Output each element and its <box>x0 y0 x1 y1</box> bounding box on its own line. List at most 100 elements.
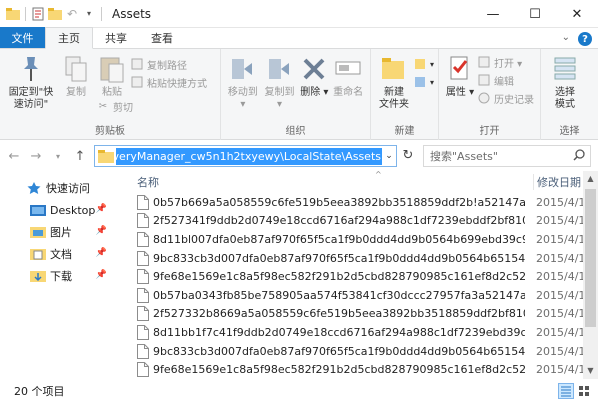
copy-icon <box>60 53 92 85</box>
copy-path-icon <box>130 57 144 71</box>
scrollbar-thumb[interactable] <box>585 189 596 327</box>
select-mode-button[interactable]: 选择 模式 <box>545 53 585 111</box>
nav-item-documents[interactable]: 文档 📌 <box>0 243 125 265</box>
vertical-scrollbar[interactable]: ▲ ▼ <box>583 171 598 379</box>
file-name: 9fe68e1569e1c8a5f98ec582f291b2d5cbd82879… <box>153 363 525 377</box>
properties-icon <box>444 53 476 85</box>
tab-file[interactable]: 文件 <box>0 27 45 48</box>
easy-access-button[interactable]: ▾ <box>413 73 434 91</box>
nav-item-quick-access[interactable]: 快速访问 <box>0 177 125 199</box>
file-modified-date: 2015/4/19 <box>536 288 583 302</box>
copy-button[interactable]: 复制 <box>58 53 94 111</box>
file-row[interactable]: 8d11bb1f7c41f9ddb2d0749e18ccd6716af294a9… <box>125 323 583 342</box>
file-modified-date: 2015/4/19 <box>536 344 583 358</box>
up-arrow-icon[interactable]: ↑ <box>72 149 88 164</box>
file-modified-date: 2015/4/19 <box>536 195 583 209</box>
new-folder-qat-icon[interactable] <box>48 7 62 21</box>
navigation-bar: ← → ▾ ↑ ContentDeliveryManager_cw5n1h2tx… <box>0 141 598 171</box>
column-header-row: ^ 名称 修改日期 <box>125 171 583 193</box>
address-dropdown-chevron-icon[interactable]: ⌄ <box>382 151 396 161</box>
file-row[interactable]: 2f527341f9ddb2d0749e18ccd6716af294a988c1… <box>125 212 583 231</box>
rename-label: 重命名 <box>333 87 364 98</box>
address-bar[interactable]: ContentDeliveryManager_cw5n1h2txyewy\Loc… <box>94 145 397 167</box>
file-name: 8d11bl007dfa0eb87af970f65f5ca1f9b0ddd4dd… <box>153 232 525 246</box>
large-icons-view-icon[interactable] <box>576 383 592 399</box>
details-view-icon[interactable] <box>558 383 574 399</box>
move-to-label: 移动到 ▾ <box>227 87 258 110</box>
help-icon[interactable]: ? <box>578 32 592 46</box>
minimize-button[interactable]: — <box>472 0 514 28</box>
column-header-modified[interactable]: 修改日期 <box>533 174 581 190</box>
rename-button[interactable]: 重命名 <box>330 53 366 111</box>
blank-file-icon <box>137 194 149 210</box>
properties-qat-icon[interactable] <box>31 7 45 21</box>
column-header-name[interactable]: 名称 <box>137 174 159 190</box>
navigation-pane: 快速访问 Desktop 📌 图片 📌 文档 📌 下载 📌 <box>0 171 125 379</box>
open-button[interactable]: 打开 ▾ <box>477 53 534 71</box>
file-row[interactable]: 0b57ba0343fb85be758905aa574f53841cf30dcc… <box>125 286 583 305</box>
refresh-icon[interactable]: ↻ <box>400 148 416 164</box>
scissors-icon: ✂ <box>98 100 108 112</box>
search-input[interactable]: 搜索"Assets" <box>423 145 591 167</box>
search-icon <box>573 149 585 164</box>
nav-item-desktop[interactable]: Desktop 📌 <box>0 199 125 221</box>
undo-qat-icon[interactable]: ↶ <box>65 7 79 21</box>
scroll-down-arrow-icon[interactable]: ▼ <box>583 363 598 379</box>
file-row[interactable]: 9bc833cb3d007dfa0eb87af970f65f5ca1f9b0dd… <box>125 342 583 361</box>
pin-icon: 📌 <box>95 248 107 258</box>
easy-access-icon <box>413 75 427 89</box>
close-button[interactable]: ✕ <box>556 0 598 28</box>
nav-item-pictures[interactable]: 图片 📌 <box>0 221 125 243</box>
history-icon <box>477 91 491 105</box>
forward-arrow-icon[interactable]: → <box>28 149 44 164</box>
new-item-icon <box>413 57 427 71</box>
tab-view[interactable]: 查看 <box>139 27 185 48</box>
address-path-text[interactable]: ContentDeliveryManager_cw5n1h2txyewy\Loc… <box>116 147 382 165</box>
pin-quick-access-button[interactable]: 固定到"快 速访问" <box>4 53 58 111</box>
open-group-label: 打开 <box>479 126 500 137</box>
new-item-button[interactable]: ▾ <box>413 55 434 73</box>
clipboard-group: 固定到"快 速访问" 复制 粘贴 复制路径 粘贴快捷方式 ✂ 剪切 剪贴板 <box>0 49 221 140</box>
file-row[interactable]: 9fe68e1569e1c8a5f98ec582f291b2d5cbd82879… <box>125 360 583 379</box>
open-icon <box>477 55 491 69</box>
file-name: 2f527332b8669a5a058559c6fe519b5eea3892bb… <box>153 307 525 321</box>
file-row[interactable]: 2f527332b8669a5a058559c6fe519b5eea3892bb… <box>125 305 583 324</box>
scroll-up-arrow-icon[interactable]: ▲ <box>583 171 598 187</box>
maximize-button[interactable]: ☐ <box>514 0 556 28</box>
pictures-folder-icon <box>30 224 46 240</box>
tab-home[interactable]: 主页 <box>45 27 93 49</box>
view-toggle <box>558 383 592 399</box>
edit-button[interactable]: 编辑 <box>477 71 534 89</box>
properties-button[interactable]: 属性 ▾ <box>443 53 477 107</box>
new-group: 新建 文件夹 ▾ ▾ 新建 <box>371 49 439 140</box>
blank-file-icon <box>137 324 149 340</box>
nav-item-downloads[interactable]: 下载 📌 <box>0 265 125 287</box>
blank-file-icon <box>137 231 149 247</box>
tab-share[interactable]: 共享 <box>93 27 139 48</box>
file-rows: 0b57b669a5a058559c6fe519b5eea3892bb35188… <box>125 193 583 379</box>
ribbon-collapse-chevron-icon[interactable]: ⌄ <box>562 32 570 46</box>
paste-shortcut-button[interactable]: 粘贴快捷方式 <box>130 73 207 91</box>
file-row[interactable]: 0b57b669a5a058559c6fe519b5eea3892bb35188… <box>125 193 583 212</box>
delete-button[interactable]: 删除 ▾ <box>298 53 330 111</box>
file-row[interactable]: 9fe68e1569e1c8a5f98ec582f291b2d5cbd82879… <box>125 267 583 286</box>
file-row[interactable]: 8d11bl007dfa0eb87af970f65f5ca1f9b0ddd4dd… <box>125 230 583 249</box>
delete-x-icon <box>298 53 330 85</box>
file-name: 9bc833cb3d007dfa0eb87af970f65f5ca1f9b0dd… <box>153 251 525 265</box>
history-button[interactable]: 历史记录 <box>477 89 534 107</box>
recent-locations-chevron-icon[interactable]: ▾ <box>50 152 66 161</box>
file-name: 0b57b669a5a058559c6fe519b5eea3892bb35188… <box>153 195 525 209</box>
copy-path-button[interactable]: 复制路径 <box>130 55 207 73</box>
blank-file-icon <box>137 362 149 378</box>
file-row[interactable]: 9bc833cb3d007dfa0eb87af970f65f5ca1f9b0dd… <box>125 249 583 268</box>
customize-qat-icon[interactable]: ▾ <box>82 7 96 21</box>
nav-item-label: 文档 <box>50 248 72 261</box>
ribbon: 固定到"快 速访问" 复制 粘贴 复制路径 粘贴快捷方式 ✂ 剪切 剪贴板 移动… <box>0 49 598 140</box>
paste-shortcut-label: 粘贴快捷方式 <box>147 78 207 90</box>
cut-button[interactable]: ✂ 剪切 <box>96 97 133 115</box>
move-to-button[interactable]: 移动到 ▾ <box>225 53 261 111</box>
copy-to-button[interactable]: 复制到 ▾ <box>261 53 299 111</box>
new-folder-button[interactable]: 新建 文件夹 <box>375 53 413 111</box>
back-arrow-icon[interactable]: ← <box>6 149 22 164</box>
address-folder-icon <box>98 150 114 163</box>
